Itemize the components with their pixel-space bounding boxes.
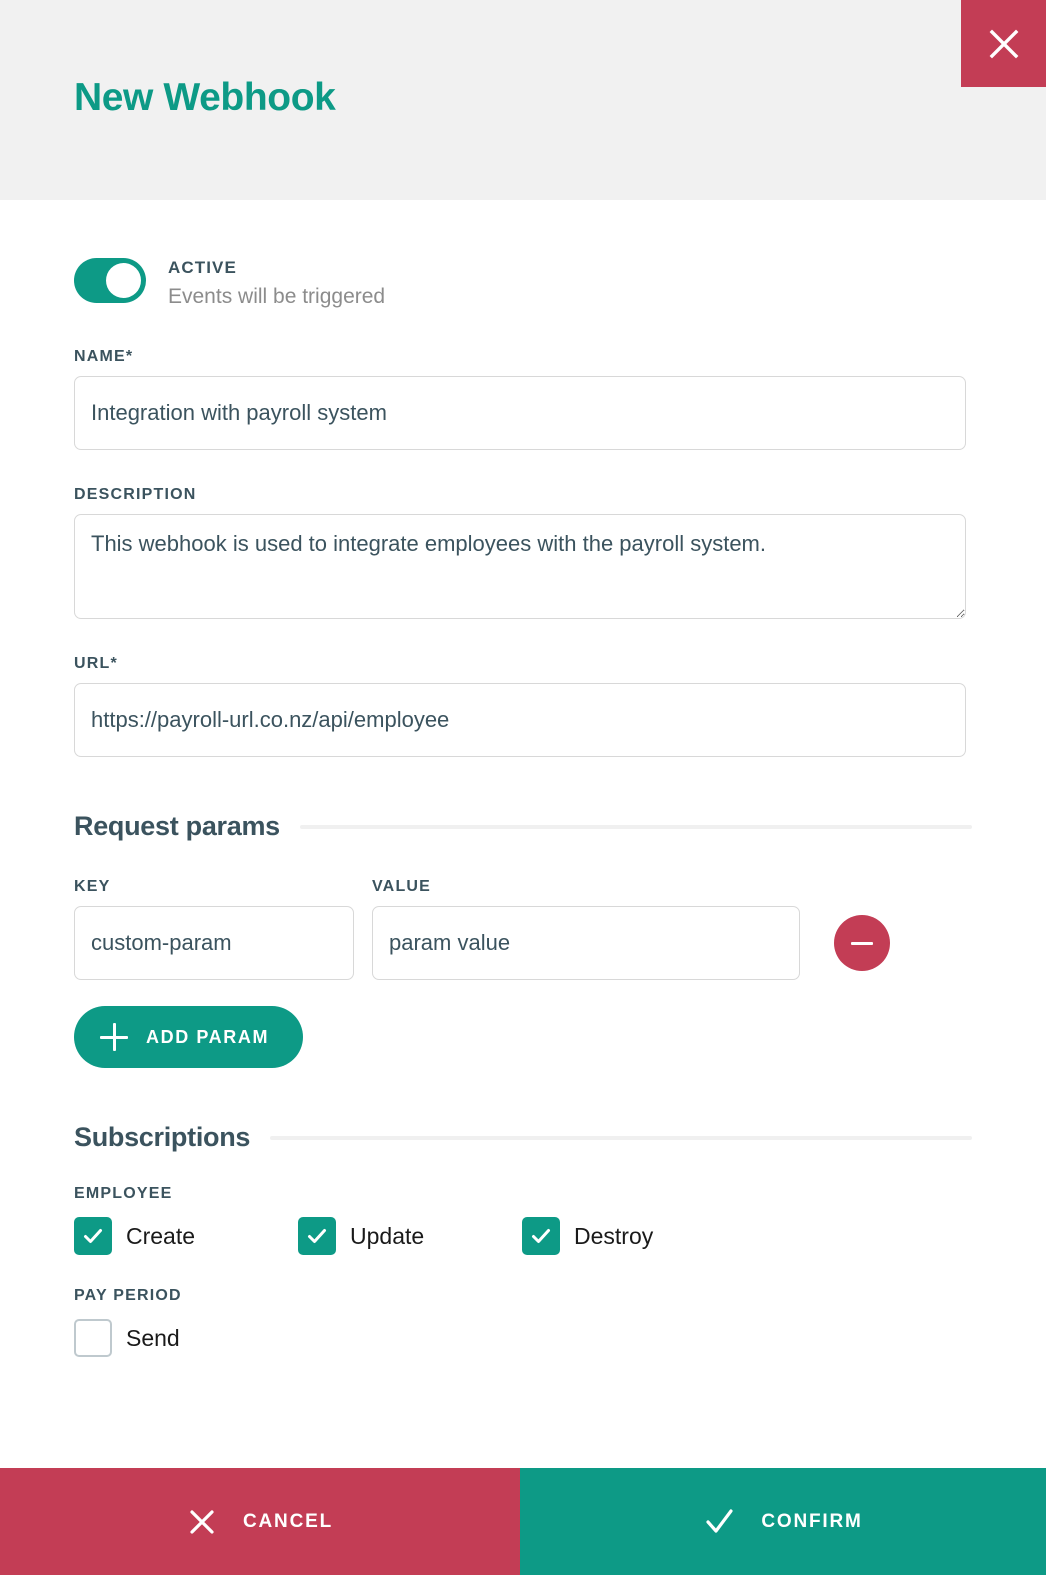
subscriptions-heading: Subscriptions xyxy=(74,1122,972,1153)
close-icon xyxy=(987,27,1021,61)
param-key-input[interactable] xyxy=(74,906,354,981)
subscription-group-employee: EMPLOYEE Create Update Destroy xyxy=(74,1185,972,1256)
active-description: Events will be triggered xyxy=(168,284,386,308)
subscriptions-title: Subscriptions xyxy=(74,1122,251,1153)
checkbox-row: Create Update Destroy xyxy=(74,1217,972,1256)
param-row xyxy=(74,906,972,981)
description-field-group: DESCRIPTION This webhook is used to inte… xyxy=(74,486,972,620)
modal-footer: CANCEL CONFIRM xyxy=(0,1468,1046,1575)
close-button[interactable] xyxy=(961,0,1046,87)
checkbox-label: Send xyxy=(126,1324,180,1351)
checkbox-row: Send xyxy=(74,1319,972,1358)
section-divider xyxy=(299,824,972,829)
checkbox-box[interactable] xyxy=(522,1217,560,1256)
plus-icon xyxy=(100,1023,128,1052)
request-params-title: Request params xyxy=(74,811,280,842)
modal-body: ACTIVE Events will be triggered NAME* DE… xyxy=(0,200,1046,1468)
subscription-group-label: PAY PERIOD xyxy=(74,1287,182,1305)
url-label: URL* xyxy=(74,655,118,673)
check-icon xyxy=(532,1229,550,1244)
add-param-label: ADD PARAM xyxy=(146,1026,270,1047)
close-icon xyxy=(187,1507,217,1537)
param-value-input[interactable] xyxy=(372,906,800,981)
subscription-group-label: EMPLOYEE xyxy=(74,1185,173,1203)
checkbox-label: Create xyxy=(126,1222,196,1249)
param-column-headers: KEY VALUE xyxy=(74,878,972,896)
url-input[interactable] xyxy=(74,683,966,758)
param-value-header: VALUE xyxy=(372,878,432,896)
active-toggle[interactable] xyxy=(74,258,146,303)
subscription-group-pay-period: PAY PERIOD Send xyxy=(74,1287,972,1358)
active-text-block: ACTIVE Events will be triggered xyxy=(168,254,385,312)
cancel-button[interactable]: CANCEL xyxy=(0,1468,520,1575)
request-params-heading: Request params xyxy=(74,811,972,842)
confirm-label: CONFIRM xyxy=(761,1510,863,1532)
checkbox-send[interactable]: Send xyxy=(74,1319,180,1358)
cancel-label: CANCEL xyxy=(243,1510,333,1532)
name-label: NAME* xyxy=(74,348,134,366)
url-field-group: URL* xyxy=(74,655,972,758)
remove-param-button[interactable] xyxy=(834,915,890,972)
active-label: ACTIVE xyxy=(168,258,237,277)
minus-icon xyxy=(851,941,873,945)
active-toggle-row: ACTIVE Events will be triggered xyxy=(74,200,972,312)
name-field-group: NAME* xyxy=(74,348,972,451)
name-input[interactable] xyxy=(74,376,966,451)
checkbox-create[interactable]: Create xyxy=(74,1217,298,1256)
confirm-button[interactable]: CONFIRM xyxy=(520,1468,1046,1575)
checkbox-destroy[interactable]: Destroy xyxy=(522,1217,746,1256)
description-label: DESCRIPTION xyxy=(74,486,197,504)
check-icon xyxy=(84,1229,102,1244)
description-textarea[interactable]: This webhook is used to integrate employ… xyxy=(74,514,966,620)
add-param-button[interactable]: ADD PARAM xyxy=(74,1006,304,1069)
section-divider xyxy=(270,1135,972,1140)
toggle-knob xyxy=(106,263,141,298)
check-icon xyxy=(703,1506,735,1538)
checkbox-update[interactable]: Update xyxy=(298,1217,522,1256)
page-title: New Webhook xyxy=(74,76,336,119)
param-key-header: KEY xyxy=(74,878,111,896)
checkbox-label: Update xyxy=(350,1222,425,1249)
modal-header: New Webhook xyxy=(0,0,1046,200)
checkbox-box[interactable] xyxy=(298,1217,336,1256)
checkbox-box[interactable] xyxy=(74,1319,112,1358)
checkbox-label: Destroy xyxy=(574,1222,654,1249)
checkbox-box[interactable] xyxy=(74,1217,112,1256)
check-icon xyxy=(308,1229,326,1244)
